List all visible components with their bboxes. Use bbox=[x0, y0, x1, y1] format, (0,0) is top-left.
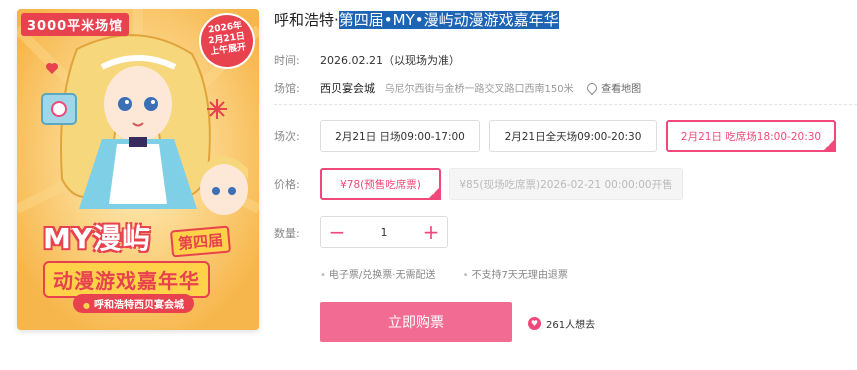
time-value: 2026.02.21（以现场为准） bbox=[320, 54, 460, 67]
poster-event-name: MY漫屿 bbox=[43, 222, 152, 255]
quantity-increase-button[interactable]: + bbox=[415, 217, 447, 247]
poster-subtitle: 动漫游戏嘉年华 bbox=[43, 261, 210, 298]
poster-top-title: 3000平米场馆 bbox=[21, 13, 130, 36]
time-label: 时间: bbox=[274, 54, 300, 67]
selected-check-icon: ✓ bbox=[826, 140, 833, 149]
price-label: 价格: bbox=[274, 178, 300, 191]
poster-edition: 第四届 bbox=[169, 225, 232, 258]
heart-icon: ♥ bbox=[528, 317, 541, 330]
view-map-label: 查看地图 bbox=[601, 84, 642, 95]
want-to-go-button[interactable]: ♥ 261人想去 bbox=[528, 316, 595, 331]
quantity-decrease-button[interactable]: − bbox=[321, 217, 353, 247]
buy-now-button[interactable]: 立即购票 bbox=[320, 302, 512, 342]
session-label: 场次: bbox=[274, 130, 300, 143]
event-title-prefix: 呼和浩特· bbox=[274, 11, 339, 29]
purchase-notes: 电子票/兑换票·无需配送 不支持7天无理由退票 bbox=[320, 266, 592, 281]
venue-label: 场馆: bbox=[274, 82, 300, 95]
map-pin-icon bbox=[585, 80, 600, 96]
price-option-presale[interactable]: ¥78(预售吃席票) ✓ bbox=[320, 168, 441, 200]
price-option-onsite: ¥85(现场吃席票)2026-02-21 00:00:00开售 bbox=[449, 168, 683, 200]
quantity-value[interactable]: 1 bbox=[353, 226, 415, 239]
venue-info: 西贝宴会城 乌尼尔西街与金桥一路交叉路口西南150米 查看地图 bbox=[320, 80, 641, 96]
event-title: 呼和浩特·第四届•MY•漫屿动漫游戏嘉年华 bbox=[274, 9, 559, 30]
want-to-go-count: 261人想去 bbox=[546, 320, 596, 331]
event-title-selected: 第四届•MY•漫屿动漫游戏嘉年华 bbox=[338, 11, 559, 29]
note-refund: 不支持7天无理由退票 bbox=[463, 270, 568, 281]
session-option-dinner[interactable]: 2月21日 吃席场18:00-20:30 ✓ bbox=[666, 120, 836, 152]
view-map-link[interactable]: 查看地图 bbox=[585, 80, 642, 96]
section-divider bbox=[274, 104, 857, 105]
note-delivery: 电子票/兑换票·无需配送 bbox=[320, 270, 435, 281]
venue-name: 西贝宴会城 bbox=[320, 82, 375, 95]
selected-check-icon: ✓ bbox=[431, 188, 438, 197]
session-option-fullday[interactable]: 2月21日全天场09:00-20:30 bbox=[489, 120, 657, 152]
venue-address: 乌尼尔西街与金桥一路交叉路口西南150米 bbox=[384, 84, 574, 95]
session-option-day[interactable]: 2月21日 日场09:00-17:00 bbox=[320, 120, 480, 152]
quantity-label: 数量: bbox=[274, 227, 300, 240]
event-poster: 3000平米场馆 2026年 2月21日 上午展开 MY漫屿 第四届 动漫游戏嘉… bbox=[17, 9, 259, 330]
poster-venue: 呼和浩特西贝宴会城 bbox=[73, 294, 194, 313]
quantity-stepper: − 1 + bbox=[320, 216, 448, 248]
